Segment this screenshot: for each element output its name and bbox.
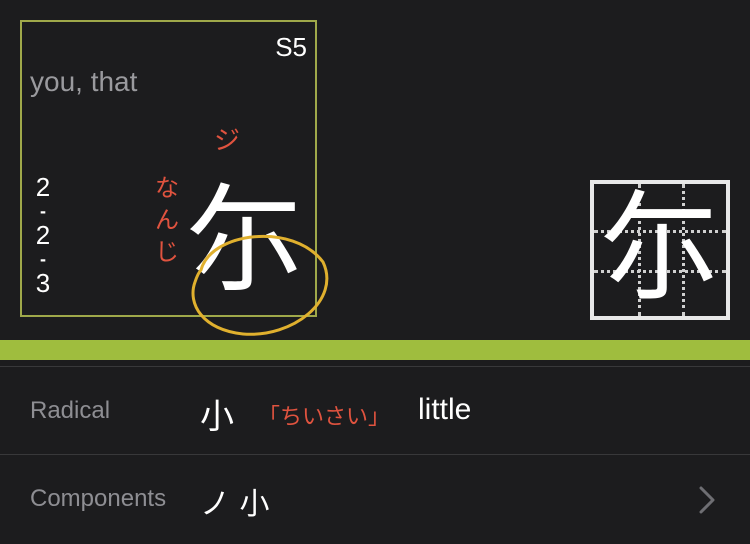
components-characters: ノ 小 bbox=[200, 487, 270, 522]
chevron-right-icon[interactable] bbox=[698, 485, 716, 515]
radical-row[interactable]: Radical 小 「ちいさい」 little bbox=[0, 366, 750, 455]
kun-reading-char: な bbox=[155, 174, 179, 202]
stroke-group-3: 3 bbox=[35, 268, 51, 298]
radical-reading: 「ちいさい」 bbox=[258, 405, 391, 430]
kun-reading-char: じ bbox=[155, 238, 179, 266]
kanji-meaning: you, that bbox=[30, 66, 138, 97]
kun-reading-char: ん bbox=[155, 206, 179, 234]
components-row[interactable]: Components ノ 小 bbox=[0, 454, 750, 543]
radical-label: Radical bbox=[30, 397, 111, 424]
on-reading: ジ bbox=[214, 126, 241, 156]
stroke-pattern: 2 - 2 - 3 bbox=[32, 172, 54, 298]
stroke-separator: - bbox=[40, 249, 46, 269]
radical-meaning: little bbox=[418, 393, 472, 426]
stroke-group-1: 2 bbox=[35, 172, 51, 202]
radical-character: 小 bbox=[200, 397, 234, 437]
grid-kanji-character: 尓 bbox=[600, 180, 720, 319]
level-accent-bar bbox=[0, 340, 750, 360]
kun-reading: な ん じ bbox=[152, 172, 182, 268]
components-label: Components bbox=[30, 485, 167, 512]
annotation-circle bbox=[191, 234, 329, 336]
stroke-practice-grid[interactable]: 尓 bbox=[590, 180, 730, 320]
level-badge: S5 bbox=[275, 32, 307, 62]
stroke-group-2: 2 bbox=[35, 220, 51, 250]
stroke-separator: - bbox=[40, 201, 46, 221]
kanji-header: S5 you, that 2 - 2 - 3 ジ な ん じ 尓 尓 bbox=[0, 0, 750, 340]
